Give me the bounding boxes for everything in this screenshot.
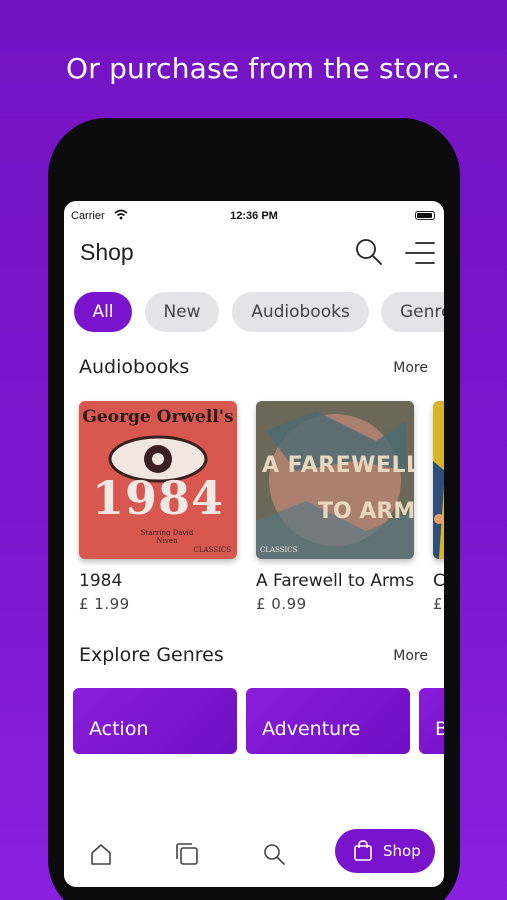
book-cover: A FAREWELL TO ARMS CLASSICS bbox=[256, 401, 414, 559]
audiobooks-section-title: Audiobooks bbox=[79, 356, 190, 378]
menu-icon[interactable] bbox=[404, 239, 436, 267]
cover-illustration bbox=[433, 401, 444, 559]
book-price: £ 0.99 bbox=[256, 595, 307, 613]
book-cover: George Orwell's 1984 Starring David Nive… bbox=[79, 401, 237, 559]
cover-badge: CLASSICS bbox=[193, 546, 231, 554]
genres-more-link[interactable]: More bbox=[393, 648, 428, 664]
page-title: Shop bbox=[80, 239, 134, 265]
chip-audiobooks[interactable]: Audiobooks bbox=[232, 292, 369, 332]
headline: Or purchase from the store. bbox=[66, 52, 460, 85]
cover-title: 1984 bbox=[91, 471, 225, 525]
genre-card-action[interactable]: Action bbox=[73, 688, 237, 754]
cover-title-line2: TO ARMS bbox=[318, 499, 414, 524]
cover-title-line1: A FAREWELL bbox=[262, 453, 414, 478]
book-title: A Farewell to Arms bbox=[256, 571, 415, 591]
shop-tab-button[interactable]: Shop bbox=[335, 829, 435, 873]
status-time: 12:36 PM bbox=[230, 210, 278, 222]
chip-all[interactable]: All bbox=[74, 292, 132, 332]
genre-card-adventure[interactable]: Adventure bbox=[246, 688, 410, 754]
book-card[interactable]: C £ bbox=[433, 401, 444, 613]
book-title: 1984 bbox=[79, 571, 123, 591]
tab-bar: Shop bbox=[64, 819, 444, 887]
book-price: £ bbox=[433, 595, 444, 613]
cover-badge: CLASSICS bbox=[260, 546, 298, 554]
book-price: £ 1.99 bbox=[79, 595, 130, 613]
cover-note: Starring David Niven bbox=[140, 529, 194, 545]
book-title: C bbox=[433, 571, 444, 591]
search-icon[interactable] bbox=[354, 237, 384, 267]
library-icon[interactable] bbox=[174, 841, 200, 867]
book-card[interactable]: A FAREWELL TO ARMS CLASSICS A Farewell t… bbox=[256, 401, 414, 613]
filter-chips: All New Audiobooks Genres bbox=[74, 292, 444, 332]
chip-genres[interactable]: Genres bbox=[381, 292, 444, 332]
chip-new[interactable]: New bbox=[145, 292, 219, 332]
shopping-bag-icon bbox=[354, 840, 372, 861]
phone-screen: Carrier 12:36 PM Shop All New Audiobooks… bbox=[64, 201, 444, 887]
status-bar: Carrier 12:36 PM bbox=[64, 201, 444, 231]
genre-card-next[interactable]: B bbox=[419, 688, 444, 754]
cover-illustration bbox=[256, 401, 414, 559]
book-card[interactable]: George Orwell's 1984 Starring David Nive… bbox=[79, 401, 237, 613]
cover-author: George Orwell's bbox=[82, 407, 234, 427]
book-cover bbox=[433, 401, 444, 559]
battery-icon bbox=[415, 211, 435, 220]
genres-section-title: Explore Genres bbox=[79, 644, 224, 666]
home-icon[interactable] bbox=[88, 841, 114, 867]
shop-tab-label: Shop bbox=[383, 842, 421, 860]
audiobooks-more-link[interactable]: More bbox=[393, 360, 428, 376]
search-icon[interactable] bbox=[261, 841, 287, 867]
